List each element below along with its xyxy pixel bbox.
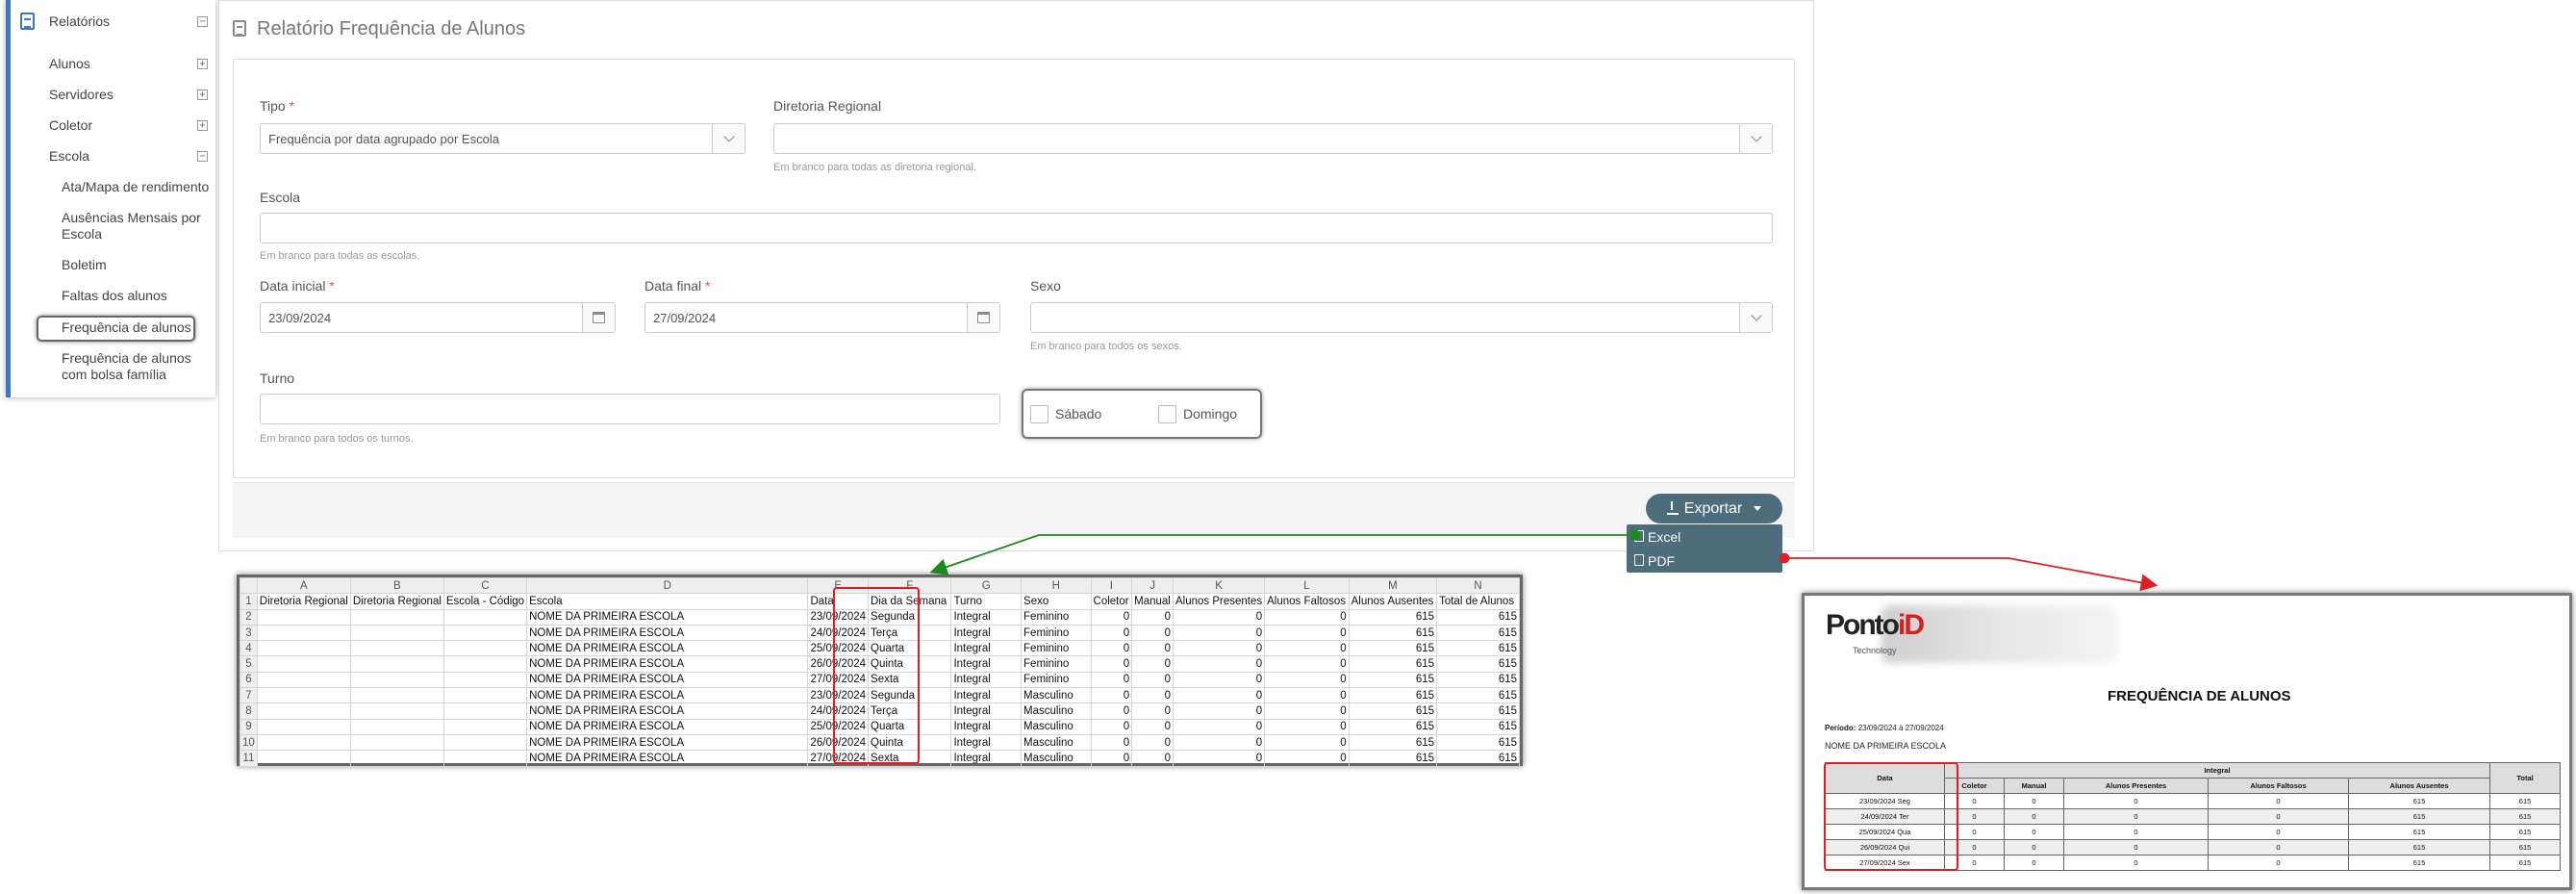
annotation-arrows: [929, 529, 2159, 592]
arrow-excel: [929, 529, 1641, 575]
arrow-pdf: [1779, 552, 2159, 592]
screenshot-stage: Relatórios − Alunos + Servidores + Colet…: [0, 0, 2576, 894]
